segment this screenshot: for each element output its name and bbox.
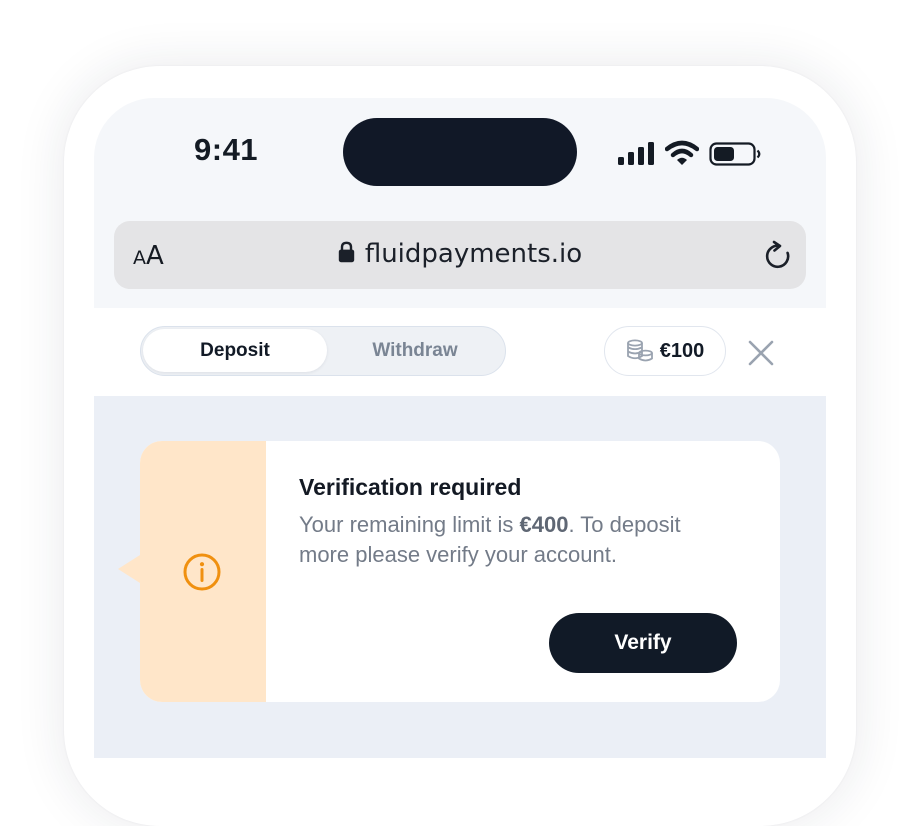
verify-button[interactable]: Verify (549, 613, 737, 673)
info-icon (183, 553, 221, 591)
browser-address-bar[interactable]: AA fluidpayments.io (114, 221, 806, 289)
alert-title: Verification required (299, 474, 522, 500)
alert-message: Your remaining limit is €400. To deposit… (299, 510, 719, 570)
alert-pointer (118, 555, 140, 583)
lock-icon (338, 241, 355, 263)
alert-icon-panel (140, 441, 266, 702)
balance-amount: €100 (659, 339, 705, 362)
alert-message-start: Your remaining limit is (299, 512, 520, 537)
main-content: Verification required Your remaining lim… (94, 396, 826, 758)
coins-icon (626, 339, 653, 362)
wifi-icon (665, 140, 699, 165)
url-text: fluidpayments.io (364, 239, 583, 269)
status-time: 9:41 (194, 132, 259, 167)
balance-chip[interactable]: €100 (604, 326, 726, 376)
deposit-withdraw-toggle: Deposit Withdraw (140, 326, 506, 376)
url-display: fluidpayments.io (114, 239, 806, 269)
reload-icon[interactable] (762, 239, 794, 273)
dynamic-island (343, 118, 577, 186)
tab-deposit[interactable]: Deposit (143, 329, 327, 372)
tab-withdraw[interactable]: Withdraw (327, 329, 503, 372)
verification-alert: Verification required Your remaining lim… (118, 441, 780, 702)
close-icon[interactable] (746, 338, 776, 368)
phone-screen: 9:41 AA fluidpayments.io Deposit Withdra… (94, 98, 826, 758)
cellular-signal-icon (618, 142, 654, 165)
battery-icon (709, 142, 761, 166)
header-bar: Deposit Withdraw €100 (94, 308, 826, 396)
limit-amount: €400 (519, 512, 569, 537)
